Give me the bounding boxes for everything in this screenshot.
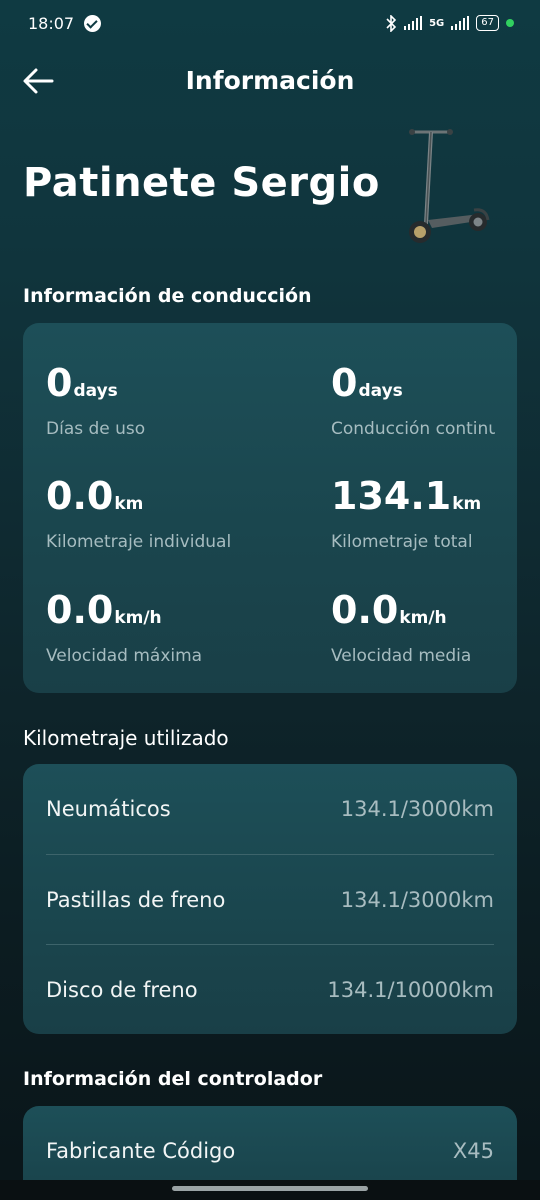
- home-indicator[interactable]: [172, 1186, 368, 1191]
- stat-avg-speed: 0.0km/h Velocidad media: [331, 588, 495, 666]
- mileage-used-title: Kilometraje utilizado: [23, 726, 229, 750]
- stat-value: 0: [46, 361, 73, 405]
- bluetooth-icon: [386, 14, 397, 32]
- stat-total-mileage: 134.1km Kilometraje total: [331, 474, 495, 552]
- header: Información: [0, 56, 540, 106]
- status-right: 5G 67: [385, 14, 514, 32]
- mileage-row-brake-disc: Disco de freno 134.1/10000km: [46, 945, 494, 1035]
- row-label: Fabricante Código: [46, 1139, 236, 1163]
- scooter-image: [409, 129, 490, 243]
- stat-individual-mileage: 0.0km Kilometraje individual: [46, 474, 246, 552]
- row-label: Neumáticos: [46, 797, 171, 821]
- stat-unit: km/h: [114, 608, 162, 628]
- stat-label: Velocidad media: [331, 646, 472, 666]
- stat-label: Kilometraje total: [331, 532, 473, 552]
- signal-icon-2: [451, 16, 470, 30]
- stat-value: 0.0: [331, 588, 399, 632]
- stat-label: Días de uso: [46, 419, 146, 439]
- network-type: 5G: [429, 17, 445, 29]
- stat-value: 0.0: [46, 588, 114, 632]
- row-value: X45: [452, 1139, 494, 1163]
- status-time: 18:07: [28, 13, 75, 33]
- stat-value: 0: [331, 361, 358, 405]
- stat-max-speed: 0.0km/h Velocidad máxima: [46, 588, 246, 666]
- status-bar: 18:07 5G 67: [0, 0, 540, 46]
- stat-value: 134.1: [331, 474, 452, 518]
- verified-icon: [84, 14, 102, 32]
- mileage-used-card: Neumáticos 134.1/3000km Pastillas de fre…: [23, 764, 517, 1034]
- status-left: 18:07: [28, 13, 102, 33]
- stat-label: Kilometraje individual: [46, 532, 232, 552]
- stat-label: Velocidad máxima: [46, 646, 203, 666]
- stat-value: 0.0: [46, 474, 114, 518]
- controller-info-title: Información del controlador: [23, 1068, 323, 1090]
- page-title: Información: [185, 66, 355, 95]
- stat-label: Conducción continua: [331, 419, 495, 439]
- battery-icon: 67: [476, 15, 499, 31]
- mileage-row-tires: Neumáticos 134.1/3000km: [46, 764, 494, 854]
- driving-info-title: Información de conducción: [23, 285, 312, 307]
- stat-unit: km/h: [399, 608, 447, 628]
- device-name: Patinete Sergio: [23, 160, 380, 206]
- driving-info-card: 0days Días de uso 0days Conducción conti…: [23, 323, 517, 693]
- mileage-row-brake-pads: Pastillas de freno 134.1/3000km: [46, 855, 494, 945]
- row-value: 134.1/3000km: [340, 888, 494, 912]
- stat-unit: days: [358, 381, 403, 401]
- row-value: 134.1/10000km: [327, 978, 494, 1002]
- stat-unit: days: [73, 381, 118, 401]
- signal-icon: [404, 16, 423, 30]
- stat-continuous-riding: 0days Conducción continua: [331, 361, 495, 439]
- stat-unit: km: [452, 494, 482, 514]
- stat-days-of-use: 0days Días de uso: [46, 361, 210, 439]
- privacy-dot-icon: [506, 19, 514, 27]
- row-label: Pastillas de freno: [46, 888, 226, 912]
- row-label: Disco de freno: [46, 978, 198, 1002]
- row-value: 134.1/3000km: [340, 797, 494, 821]
- stat-unit: km: [114, 494, 144, 514]
